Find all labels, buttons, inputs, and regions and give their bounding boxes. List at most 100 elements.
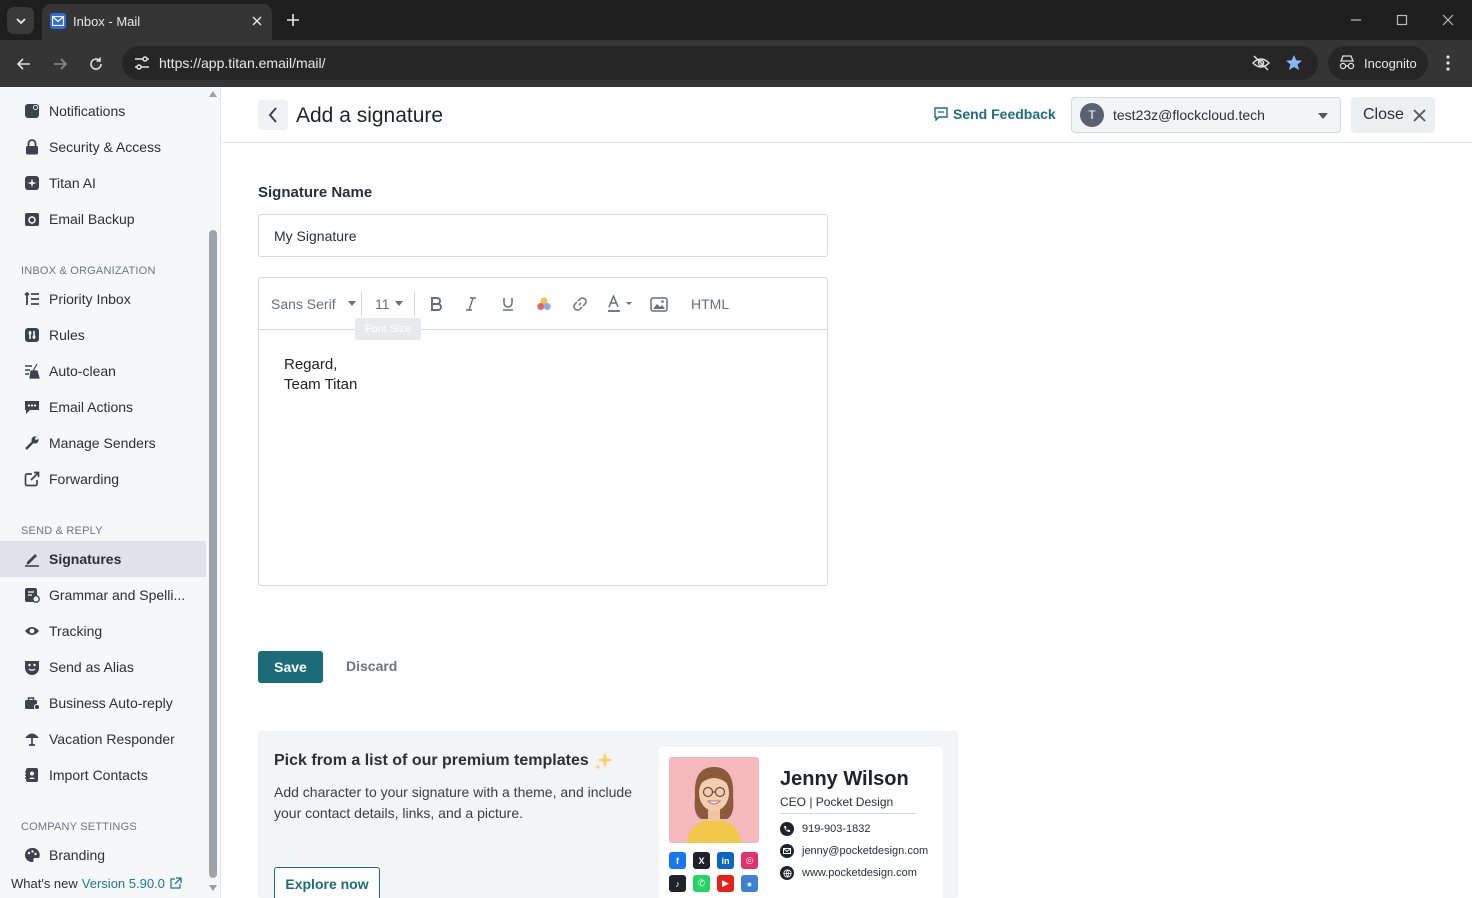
avatar: T [1080, 103, 1104, 127]
promo-title: Pick from a list of our premium template… [274, 750, 615, 772]
sidebar-item-email-actions[interactable]: Email Actions [0, 389, 206, 425]
chevron-left-icon [268, 107, 277, 123]
bold-button[interactable] [427, 292, 445, 316]
linkedin-icon[interactable]: in [717, 852, 734, 869]
tab-close-icon[interactable] [248, 12, 266, 30]
send-feedback-link[interactable]: Send Feedback [934, 106, 1056, 122]
discard-button[interactable]: Discard [346, 658, 397, 674]
bookmark-star-icon[interactable] [1282, 51, 1306, 75]
account-selector[interactable]: T test23z@flockcloud.tech [1071, 97, 1341, 133]
whats-new-label: What's new [11, 876, 78, 891]
sidebar-item-forwarding[interactable]: Forwarding [0, 461, 206, 497]
close-icon [1413, 108, 1426, 122]
site-info-icon[interactable] [130, 51, 154, 75]
sidebar-item-business-auto-reply[interactable]: Business Auto-reply [0, 685, 206, 721]
close-button[interactable]: Close [1351, 97, 1435, 133]
sidebar-item-rules[interactable]: Rules [0, 317, 206, 353]
insert-image-button[interactable] [649, 292, 669, 316]
sidebar-item-label: Priority Inbox [49, 291, 131, 307]
whats-new-link[interactable]: What's new Version 5.90.0 [11, 876, 182, 891]
font-family-value: Sans Serif [271, 296, 336, 312]
sidebar-item-titan-ai[interactable]: Titan AI [0, 165, 206, 201]
sidebar-item-branding[interactable]: Branding [0, 837, 206, 873]
minimize-icon[interactable] [1346, 10, 1366, 30]
sidebar-item-notifications[interactable]: Notifications [0, 93, 206, 129]
forward-arrow-icon[interactable] [48, 52, 72, 76]
settings-sidebar: Notifications Security & Access Titan AI… [0, 87, 221, 898]
location-icon[interactable]: ● [741, 875, 758, 892]
explore-now-button[interactable]: Explore now [274, 867, 380, 898]
sidebar-item-email-backup[interactable]: Email Backup [0, 201, 206, 237]
text-color-button[interactable] [606, 292, 634, 316]
editor-toolbar: Sans Serif 11 HTML [259, 278, 827, 330]
back-button[interactable] [258, 100, 288, 130]
x-icon[interactable]: X [693, 852, 710, 869]
browser-tab[interactable]: Inbox - Mail [42, 4, 272, 40]
scroll-down-arrow-icon[interactable] [209, 885, 217, 891]
html-button[interactable]: HTML [691, 292, 729, 316]
toolbar-divider [361, 292, 362, 316]
incognito-icon [1339, 55, 1355, 70]
link-button[interactable] [570, 292, 590, 316]
sidebar-item-vacation-responder[interactable]: Vacation Responder [0, 721, 206, 757]
sidebar-item-send-as-alias[interactable]: Send as Alias [0, 649, 206, 685]
send-feedback-label: Send Feedback [953, 106, 1056, 122]
briefcase-icon [23, 695, 40, 712]
sidebar-item-label: Titan AI [49, 175, 96, 191]
back-arrow-icon[interactable] [12, 52, 36, 76]
sidebar-item-label: Import Contacts [49, 767, 148, 783]
sidebar-item-label: Business Auto-reply [49, 695, 173, 711]
sidebar-item-tracking[interactable]: Tracking [0, 613, 206, 649]
sidebar-item-priority-inbox[interactable]: Priority Inbox [0, 281, 206, 317]
panel-header: Add a signature Send Feedback T test23z@… [222, 87, 1472, 143]
sidebar-scrollbar-thumb[interactable] [209, 230, 217, 878]
sidebar-item-signatures[interactable]: Signatures [0, 541, 206, 577]
signature-name-input[interactable] [258, 214, 828, 257]
whatsapp-icon[interactable]: ✆ [693, 875, 710, 892]
caret-down-icon [347, 301, 356, 306]
feedback-icon [934, 107, 948, 121]
sidebar-item-label: Vacation Responder [49, 731, 175, 747]
account-email: test23z@flockcloud.tech [1113, 107, 1265, 123]
wrench-icon [23, 435, 40, 452]
font-size-tooltip: Font Size [355, 318, 421, 340]
font-size-select[interactable]: 11 [375, 292, 403, 316]
tiktok-icon[interactable]: ♪ [669, 875, 686, 892]
text-color-icon [608, 295, 632, 312]
sidebar-item-import-contacts[interactable]: Import Contacts [0, 757, 206, 793]
url-text[interactable]: https://app.titan.email/mail/ [159, 55, 326, 71]
contacts-icon [23, 767, 40, 784]
umbrella-icon [23, 731, 40, 748]
version-label[interactable]: Version 5.90.0 [82, 876, 165, 891]
maximize-icon[interactable] [1392, 10, 1412, 30]
window-close-icon[interactable] [1438, 10, 1458, 30]
save-button[interactable]: Save [258, 651, 323, 683]
underline-icon [503, 298, 513, 311]
underline-button[interactable] [499, 292, 517, 316]
signature-editor-panel: Add a signature Send Feedback T test23z@… [222, 87, 1472, 898]
font-family-select[interactable]: Sans Serif [271, 292, 356, 316]
signature-name-label: Signature Name [258, 184, 373, 201]
sidebar-item-manage-senders[interactable]: Manage Senders [0, 425, 206, 461]
instagram-icon[interactable]: ◎ [741, 852, 758, 869]
sidebar-item-auto-clean[interactable]: Auto-clean [0, 353, 206, 389]
sidebar-section-inbox: INBOX & ORGANIZATION [21, 265, 156, 277]
card-role: CEO | Pocket Design [780, 795, 894, 809]
broom-icon [23, 363, 40, 380]
new-tab-plus-icon[interactable] [282, 9, 304, 31]
sidebar-item-security[interactable]: Security & Access [0, 129, 206, 165]
profile-photo [669, 757, 759, 843]
reload-icon[interactable] [84, 52, 108, 76]
browser-menu-icon[interactable] [1438, 52, 1458, 74]
youtube-icon[interactable]: ▶ [717, 875, 734, 892]
address-bar[interactable]: https://app.titan.email/mail/ [122, 46, 1318, 80]
facebook-icon[interactable]: f [669, 852, 686, 869]
incognito-badge[interactable]: Incognito [1328, 46, 1428, 80]
color-button[interactable] [534, 292, 554, 316]
scroll-up-arrow-icon[interactable] [209, 91, 217, 97]
signature-body[interactable]: Regard, Team Titan [284, 355, 357, 395]
italic-button[interactable] [462, 292, 480, 316]
tab-search-button[interactable] [7, 7, 34, 34]
sidebar-item-grammar[interactable]: Grammar and Spelli... [0, 577, 206, 613]
eye-off-icon[interactable] [1249, 51, 1273, 75]
